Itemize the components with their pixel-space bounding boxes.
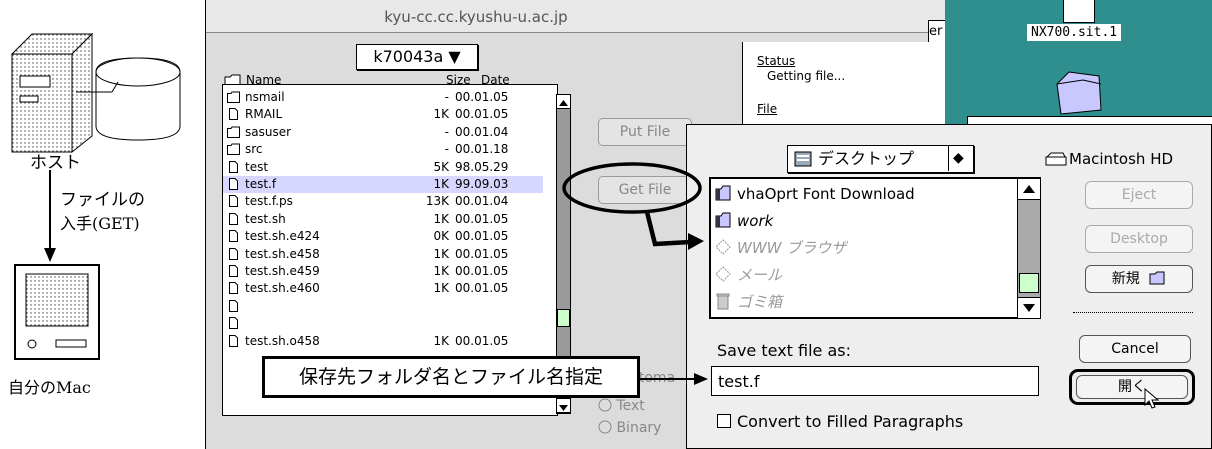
callout-box: 保存先フォルダ名とファイル名指定 bbox=[262, 356, 640, 398]
get-file-highlight bbox=[562, 162, 702, 214]
elbow-arrow bbox=[644, 211, 691, 247]
